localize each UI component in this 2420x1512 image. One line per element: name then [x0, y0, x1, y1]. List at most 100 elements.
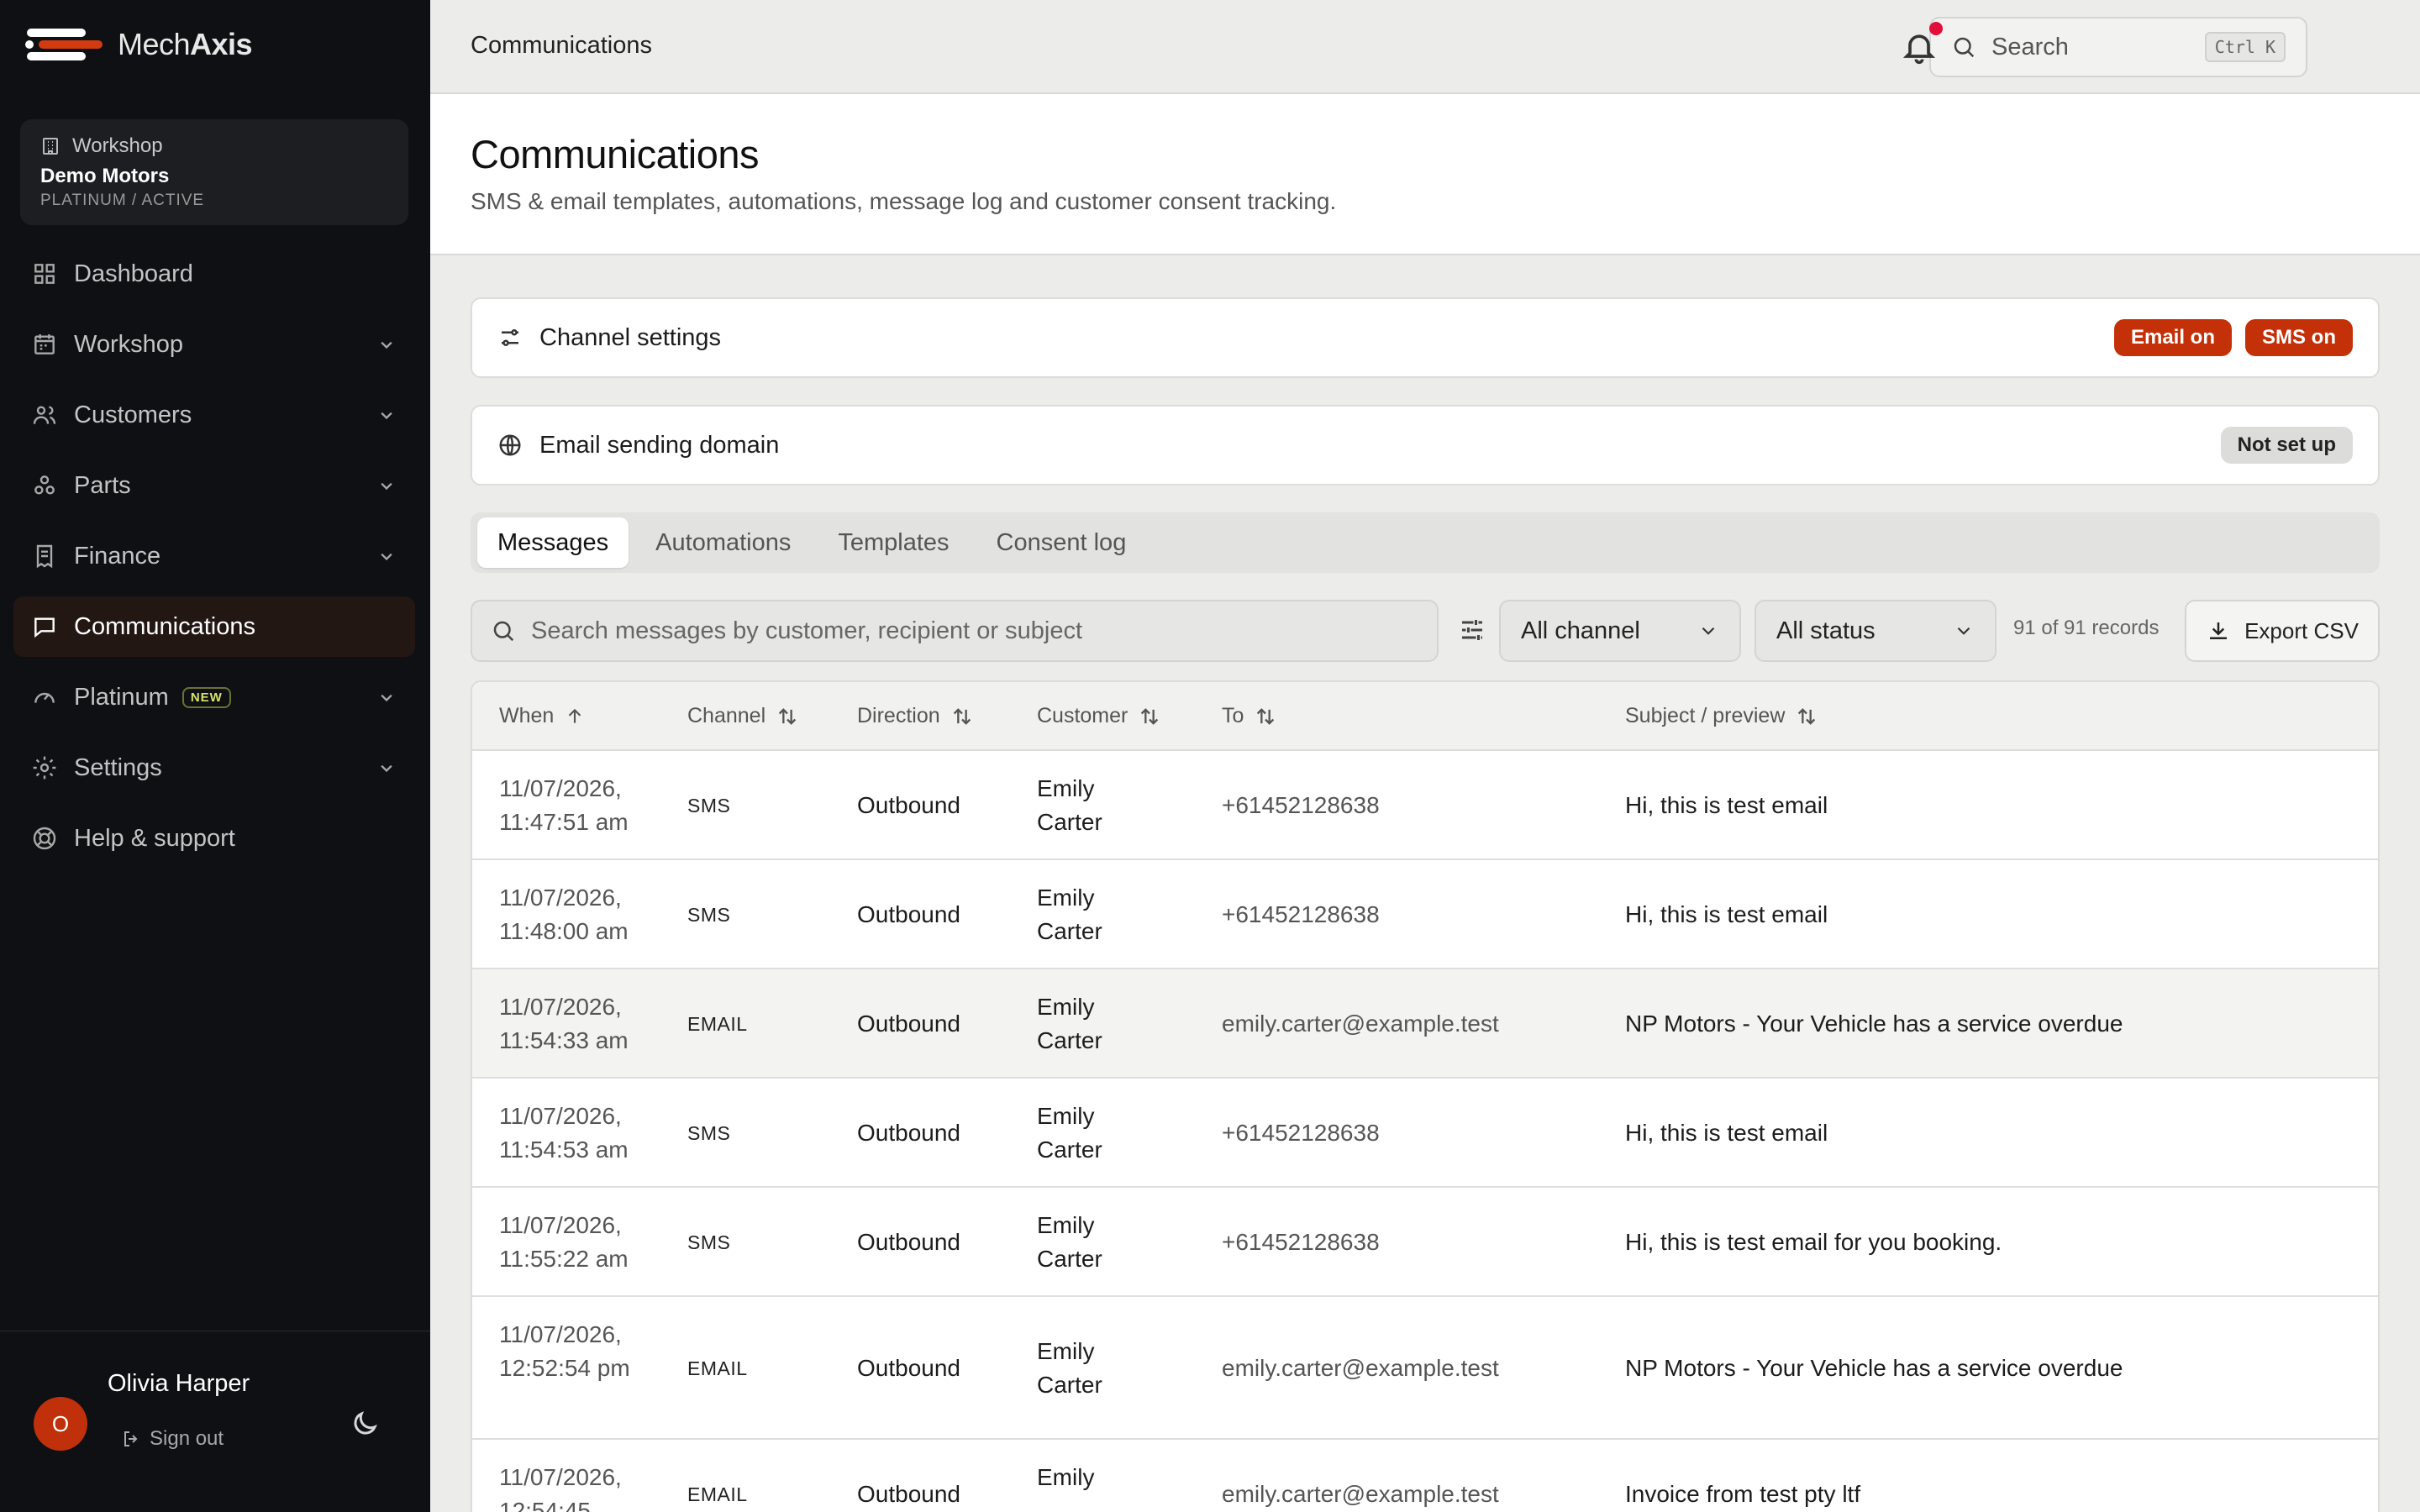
sidebar-item-finance[interactable]: Finance: [13, 526, 415, 586]
chevron-down-icon: [381, 553, 392, 561]
sidebar-item-label: Customers: [74, 401, 192, 428]
workspace-card[interactable]: Workshop Demo Motors PLATINUM / ACTIVE: [20, 119, 408, 225]
channel-settings-panel[interactable]: Channel settings Email on SMS on: [471, 297, 2380, 378]
cell-subject: Hi, this is test email: [1625, 901, 1828, 927]
search-icon: [493, 621, 514, 642]
avatar[interactable]: O: [34, 1397, 87, 1451]
sidebar-item-settings[interactable]: Settings: [13, 738, 415, 798]
chevron-down-icon: [381, 482, 392, 491]
user-name: Olivia Harper: [108, 1370, 250, 1397]
chevron-down-icon: [1957, 627, 1970, 635]
status-select[interactable]: All status: [1754, 600, 1996, 662]
cell-when: 11/07/2026, 11:54:53 am: [499, 1103, 629, 1163]
column-header-to[interactable]: To: [1222, 704, 1277, 728]
sidebar-item-communications[interactable]: Communications: [13, 596, 415, 657]
table-row[interactable]: 11/07/2026, 11:55:22 am SMS Outbound Emily …: [472, 1188, 2378, 1297]
table-row[interactable]: 11/07/2026, 12:54:45 EMAIL Outbound Emily em…: [472, 1440, 2378, 1512]
tab-messages[interactable]: Messages: [477, 517, 629, 568]
column-header-when[interactable]: When: [499, 704, 586, 728]
workspace-plan: PLATINUM / ACTIVE: [40, 192, 205, 209]
sidebar-item-help-support[interactable]: Help & support: [13, 808, 415, 869]
cell-subject: NP Motors - Your Vehicle has a service o…: [1625, 1355, 2123, 1381]
cell-channel: EMAIL: [687, 1357, 748, 1379]
email-domain-title: Email sending domain: [539, 431, 780, 459]
chevron-down-icon: [1702, 627, 1715, 635]
cell-channel: SMS: [687, 904, 731, 926]
sidebar-item-label: Finance: [74, 542, 161, 570]
workspace-label: Workshop: [72, 134, 163, 157]
column-header-channel[interactable]: Channel: [687, 704, 799, 728]
search-shortcut: Ctrl K: [2204, 32, 2286, 62]
cell-direction: Outbound: [857, 1481, 960, 1507]
tab-consent-log[interactable]: Consent log: [976, 517, 1147, 568]
sms-status-badge: SMS on: [2245, 319, 2353, 356]
globe-icon: [499, 434, 521, 456]
gauge-icon: [30, 683, 59, 711]
sidebar-item-customers[interactable]: Customers: [13, 385, 415, 445]
message-search[interactable]: Search messages by customer, recipient o…: [471, 600, 1439, 662]
parts-icon: [30, 471, 59, 500]
sidebar-item-dashboard[interactable]: Dashboard: [13, 244, 415, 304]
column-header-direction[interactable]: Direction: [857, 704, 974, 728]
tab-bar: Messages Automations Templates Consent log: [471, 512, 2380, 573]
sidebar: MechAxis Workshop Demo Motors PLATINUM /…: [0, 0, 430, 1512]
sidebar-item-platinum[interactable]: Platinum NEW: [13, 667, 415, 727]
cell-direction: Outbound: [857, 792, 960, 818]
page-header: Communications SMS & email templates, au…: [430, 94, 2420, 255]
cell-to: emily.carter@example.test: [1222, 1011, 1499, 1037]
download-icon: [2210, 622, 2228, 639]
channel-settings-title: Channel settings: [539, 323, 722, 351]
theme-toggle-moon-icon[interactable]: [350, 1409, 380, 1439]
gear-icon: [30, 753, 59, 782]
topbar-title: Communications: [471, 32, 652, 59]
receipt-icon: [30, 542, 59, 570]
logo-mark-icon: [25, 25, 103, 64]
sidebar-item-parts[interactable]: Parts: [13, 455, 415, 516]
cell-subject: Hi, this is test email: [1625, 1120, 1828, 1146]
sidebar-item-workshop[interactable]: Workshop: [13, 314, 415, 375]
chevron-down-icon: [381, 412, 392, 420]
cell-to: emily.carter@example.test: [1222, 1481, 1499, 1507]
sliders-icon: [502, 329, 518, 346]
page-subtitle: SMS & email templates, automations, mess…: [471, 188, 1337, 214]
cell-channel: EMAIL: [687, 1483, 748, 1505]
sign-out-link[interactable]: Sign out: [121, 1427, 224, 1451]
calendar-icon: [30, 330, 59, 359]
brand-logo[interactable]: MechAxis: [25, 24, 253, 66]
cell-when: 11/07/2026, 12:52:54 pm: [499, 1321, 630, 1381]
cell-customer: Emily Carter: [1037, 885, 1102, 944]
sign-out-icon: [124, 1431, 138, 1446]
export-csv-button[interactable]: Export CSV: [2185, 600, 2380, 662]
cell-subject: Hi, this is test email: [1625, 792, 1828, 818]
sidebar-item-label: Help & support: [74, 824, 235, 852]
global-search-placeholder: Search: [1991, 33, 2069, 60]
cell-when: 11/07/2026, 12:54:45: [499, 1464, 622, 1512]
table-row[interactable]: 11/07/2026, 11:54:33 am EMAIL Outbound Emil…: [472, 969, 2378, 1079]
channel-select[interactable]: All channel: [1499, 600, 1741, 662]
cell-to: +61452128638: [1222, 792, 1380, 818]
building-icon: [43, 138, 58, 155]
lifebuoy-icon: [30, 824, 59, 853]
table-row[interactable]: 11/07/2026, 11:47:51 am SMS Outbound Emily …: [472, 751, 2378, 860]
column-header-customer[interactable]: Customer: [1037, 704, 1161, 728]
column-header-subject-preview[interactable]: Subject / preview: [1625, 704, 1818, 728]
tab-templates[interactable]: Templates: [818, 517, 969, 568]
chevron-down-icon: [381, 341, 392, 349]
table-row[interactable]: 11/07/2026, 11:54:53 am SMS Outbound Emily …: [472, 1079, 2378, 1188]
sort-icon: [1798, 707, 1816, 725]
cell-direction: Outbound: [857, 1229, 960, 1255]
table-row[interactable]: 11/07/2026, 11:48:00 am SMS Outbound Emily …: [472, 860, 2378, 969]
sort-icon: [953, 707, 971, 725]
top-bar: Communications Search Ctrl K: [430, 0, 2420, 94]
sidebar-item-label: Platinum: [74, 683, 169, 711]
record-count: 91 of 91 records: [2013, 617, 2160, 639]
global-search[interactable]: Search Ctrl K: [1929, 17, 2307, 77]
tab-automations[interactable]: Automations: [635, 517, 811, 568]
cell-to: +61452128638: [1222, 901, 1380, 927]
table-row[interactable]: 11/07/2026, 12:52:54 pm EMAIL Outbound Emil…: [472, 1297, 2378, 1440]
cell-when: 11/07/2026, 11:47:51 am: [499, 775, 629, 835]
cell-direction: Outbound: [857, 1355, 960, 1381]
email-domain-panel[interactable]: Email sending domain Not set up: [471, 405, 2380, 486]
cell-direction: Outbound: [857, 901, 960, 927]
filter-sliders-icon[interactable]: [1457, 615, 1487, 645]
